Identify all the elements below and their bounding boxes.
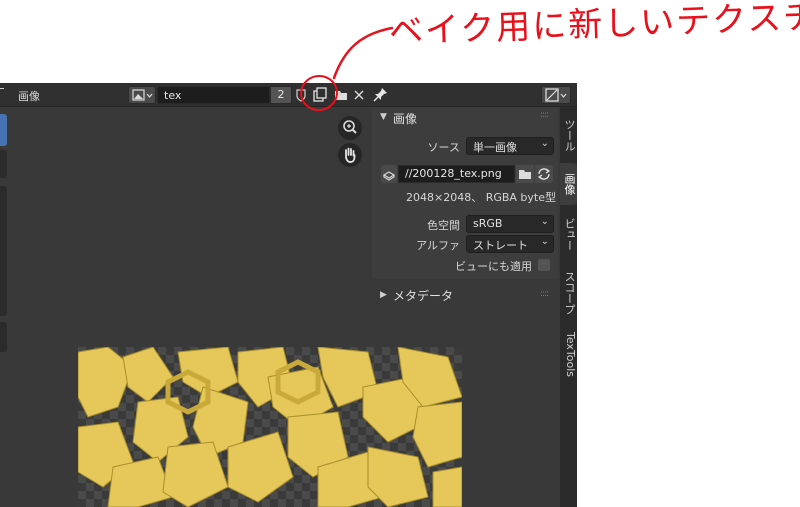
- users-count[interactable]: 2: [270, 86, 292, 104]
- menu-image[interactable]: 画像: [18, 88, 40, 104]
- toolbar-tool[interactable]: [0, 150, 7, 178]
- zoom-button[interactable]: [338, 116, 362, 140]
- annotation-text: ベイク用に新しいテクスチャ作る: [388, 0, 800, 52]
- reload-icon: [537, 168, 551, 180]
- image-icon: [545, 88, 567, 102]
- zoom-icon: [343, 120, 357, 134]
- file-icon[interactable]: [381, 165, 397, 183]
- toolbar-tool[interactable]: [0, 322, 7, 352]
- alpha-dropdown[interactable]: ストレート ⌄: [466, 235, 554, 253]
- chevron-down-icon: ⌄: [540, 216, 549, 227]
- pin-button[interactable]: [373, 86, 389, 108]
- colorspace-label: 色空間: [427, 219, 460, 232]
- folder-icon: [519, 170, 531, 179]
- unlink-button[interactable]: [351, 86, 367, 104]
- toolbar-active-tool[interactable]: [0, 114, 7, 146]
- source-label: ソース: [427, 141, 460, 154]
- tab-image[interactable]: 画像: [560, 163, 577, 205]
- texture-image: [78, 347, 462, 507]
- image-browse-button[interactable]: [128, 86, 156, 104]
- metadata-panel-title[interactable]: メタデータ: [393, 287, 453, 304]
- close-icon: [354, 90, 364, 100]
- alpha-value: ストレート: [473, 239, 528, 252]
- reload-button[interactable]: [535, 165, 553, 183]
- hand-icon: [345, 147, 356, 163]
- view-as-render-label: ビューにも適用: [455, 260, 532, 273]
- pan-button[interactable]: [338, 143, 362, 167]
- chevron-down-icon: ⌄: [540, 138, 549, 149]
- image-info: 2048×2048、 RGBA byte型: [406, 191, 557, 204]
- pin-icon: [373, 88, 387, 102]
- tab-textools[interactable]: TexTools: [560, 326, 577, 384]
- tab-scopes[interactable]: スコープ: [560, 263, 577, 323]
- drag-handle-icon[interactable]: ::::: [540, 289, 549, 299]
- tab-view[interactable]: ビュー: [560, 209, 577, 259]
- collapse-arrow-icon[interactable]: ▼: [380, 112, 387, 122]
- alpha-label: アルファ: [416, 239, 460, 252]
- image-panel-title[interactable]: 画像: [393, 110, 417, 127]
- source-value: 単一画像: [473, 141, 517, 154]
- sidebar-view-button[interactable]: [541, 86, 571, 104]
- colorspace-dropdown[interactable]: sRGB ⌄: [466, 215, 554, 233]
- tab-tool[interactable]: ツール: [560, 111, 577, 159]
- chevron-down-icon: ⌄: [540, 236, 549, 247]
- menu-dash: [0, 88, 4, 89]
- image-name-field[interactable]: tex: [157, 86, 270, 104]
- drag-handle-icon[interactable]: ::::: [540, 110, 549, 120]
- colorspace-value: sRGB: [473, 217, 503, 230]
- source-dropdown[interactable]: 単一画像 ⌄: [466, 137, 554, 155]
- expand-arrow-icon[interactable]: ▶: [380, 290, 387, 300]
- filepath-field[interactable]: //200128_tex.png: [398, 165, 515, 183]
- view-as-render-checkbox[interactable]: [538, 259, 550, 271]
- image-file-icon: [382, 171, 396, 181]
- image-icon: [132, 89, 153, 101]
- toolbar-tool-group[interactable]: [0, 186, 7, 316]
- browse-file-button[interactable]: [516, 165, 534, 183]
